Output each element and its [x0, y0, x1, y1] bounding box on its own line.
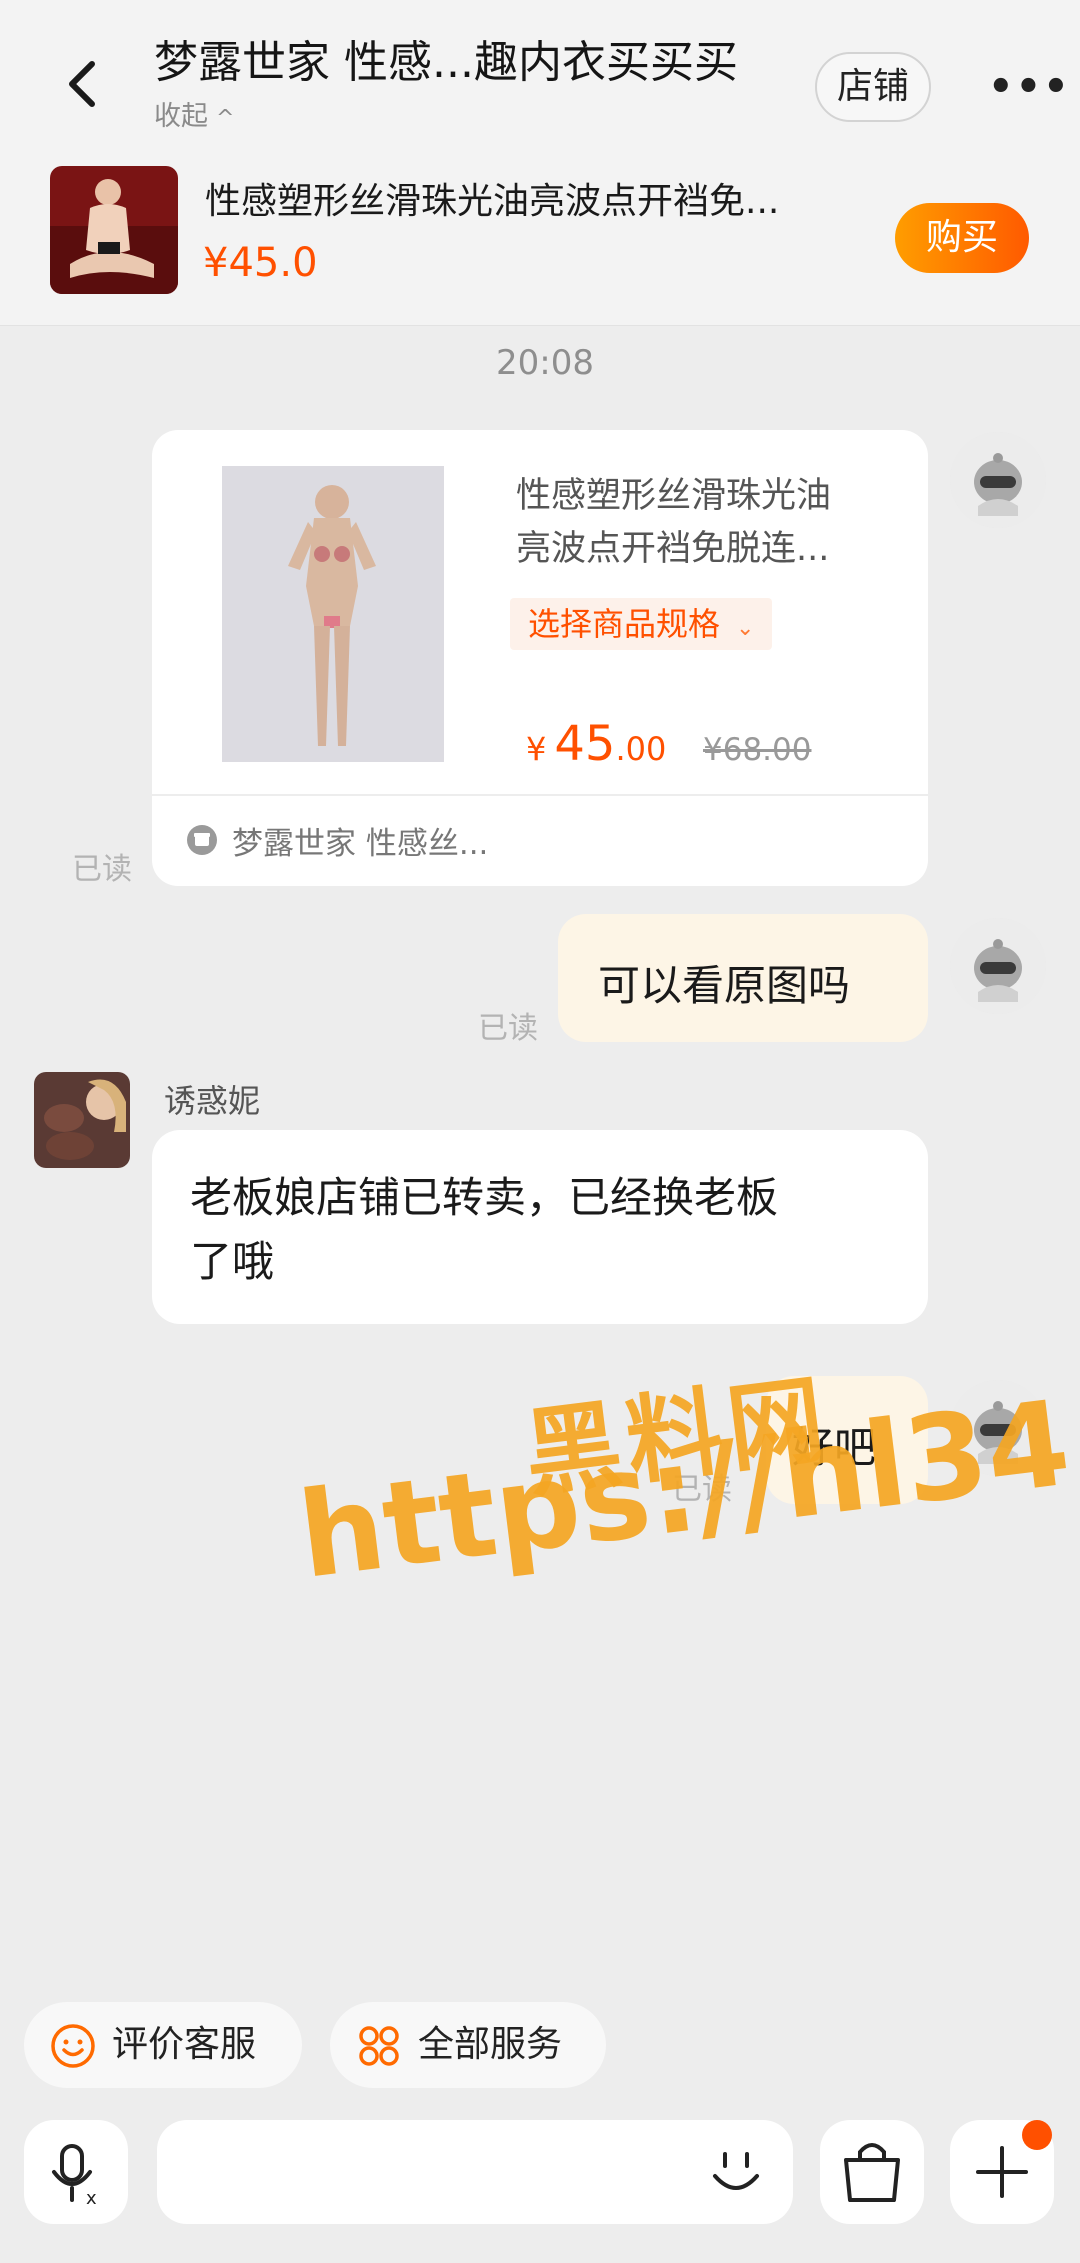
buy-button[interactable]: 购买 [895, 203, 1029, 273]
microphone-icon: x [52, 2144, 97, 2209]
select-spec-label: 选择商品规格 [528, 605, 721, 643]
chat-title: 梦露世家 性感...趣内衣买买买 [154, 37, 738, 88]
grid-icon [359, 2026, 399, 2066]
more-options-button[interactable]: ••• [988, 62, 1069, 112]
read-receipt: 已读 [478, 1011, 538, 1046]
all-services-label: 全部服务 [418, 2024, 563, 2065]
chevron-up-icon: ^ [216, 106, 235, 131]
shopping-bag-icon [844, 2143, 900, 2202]
product-card-shop[interactable]: 梦露世家 性感丝... [232, 818, 488, 863]
robot-avatar-icon [950, 918, 1046, 1014]
product-photo-icon [50, 166, 178, 294]
rate-service-button[interactable]: 评价客服 [24, 2002, 302, 2088]
seller-photo-icon [34, 1072, 130, 1168]
product-card-title-line1: 性感塑形丝滑珠光油 [516, 476, 832, 516]
collapse-label: 收起 [154, 101, 208, 132]
product-model-icon [222, 466, 444, 762]
product-card-title-line2: 亮波点开裆免脱连... [516, 529, 830, 569]
price-decimal: .00 [615, 730, 667, 768]
chevron-down-icon: ⌄ [736, 616, 755, 641]
shopping-bag-button[interactable] [820, 2120, 924, 2224]
read-receipt: 已读 [72, 852, 132, 887]
price-currency: ¥ [526, 730, 547, 768]
product-image[interactable] [222, 466, 444, 762]
seller-avatar[interactable] [34, 1072, 130, 1168]
rate-service-label: 评价客服 [112, 2024, 257, 2065]
message-text-line1: 老板娘店铺已转卖，已经换老板 [190, 1173, 779, 1222]
original-price: ¥68.00 [703, 732, 812, 768]
seller-message-bubble[interactable]: 老板娘店铺已转卖，已经换老板 了哦 [152, 1130, 928, 1324]
smile-icon [51, 2024, 95, 2068]
my-message-bubble[interactable]: 可以看原图吗 [558, 914, 928, 1042]
notification-dot [1022, 2120, 1052, 2150]
my-avatar[interactable] [950, 918, 1046, 1014]
chevron-left-icon [69, 61, 95, 107]
message-input[interactable] [157, 2120, 793, 2224]
price-integer: 45 [554, 716, 616, 772]
store-button[interactable]: 店铺 [815, 52, 931, 122]
chat-header: 梦露世家 性感...趣内衣买买买 收起 ^ 店铺 ••• 性感塑形丝滑珠光油亮波点… [0, 0, 1080, 326]
message-text-line2: 了哦 [190, 1237, 275, 1286]
product-card-message[interactable]: 性感塑形丝滑珠光油 亮波点开裆免脱连... 选择商品规格 ⌄ ¥45.00 ¥68… [152, 430, 928, 886]
sender-name: 诱惑妮 [164, 1082, 261, 1120]
message-input-field[interactable] [181, 2142, 701, 2202]
collapse-toggle[interactable]: 收起 ^ [154, 94, 234, 133]
shop-icon [187, 825, 217, 855]
product-card-price: ¥45.00 [526, 716, 666, 772]
all-services-button[interactable]: 全部服务 [330, 2002, 606, 2088]
card-divider [152, 794, 928, 796]
product-card-title[interactable]: 性感塑形丝滑珠光油 亮波点开裆免脱连... [516, 470, 896, 576]
back-button[interactable] [52, 52, 116, 116]
message-text: 可以看原图吗 [598, 961, 851, 1010]
product-price: ¥45.0 [203, 240, 318, 286]
chat-screen: 梦露世家 性感...趣内衣买买买 收起 ^ 店铺 ••• 性感塑形丝滑珠光油亮波点… [0, 0, 1080, 2263]
product-name[interactable]: 性感塑形丝滑珠光油亮波点开裆免... [205, 172, 845, 224]
robot-avatar-icon [950, 432, 1046, 528]
svg-text:x: x [86, 2188, 97, 2209]
message-timestamp: 20:08 [496, 343, 594, 383]
emoji-icon[interactable] [703, 2142, 769, 2202]
select-spec-button[interactable]: 选择商品规格 ⌄ [510, 598, 773, 650]
product-thumbnail[interactable] [50, 166, 178, 294]
voice-input-button[interactable]: x [24, 2120, 128, 2224]
my-avatar[interactable] [950, 432, 1046, 528]
